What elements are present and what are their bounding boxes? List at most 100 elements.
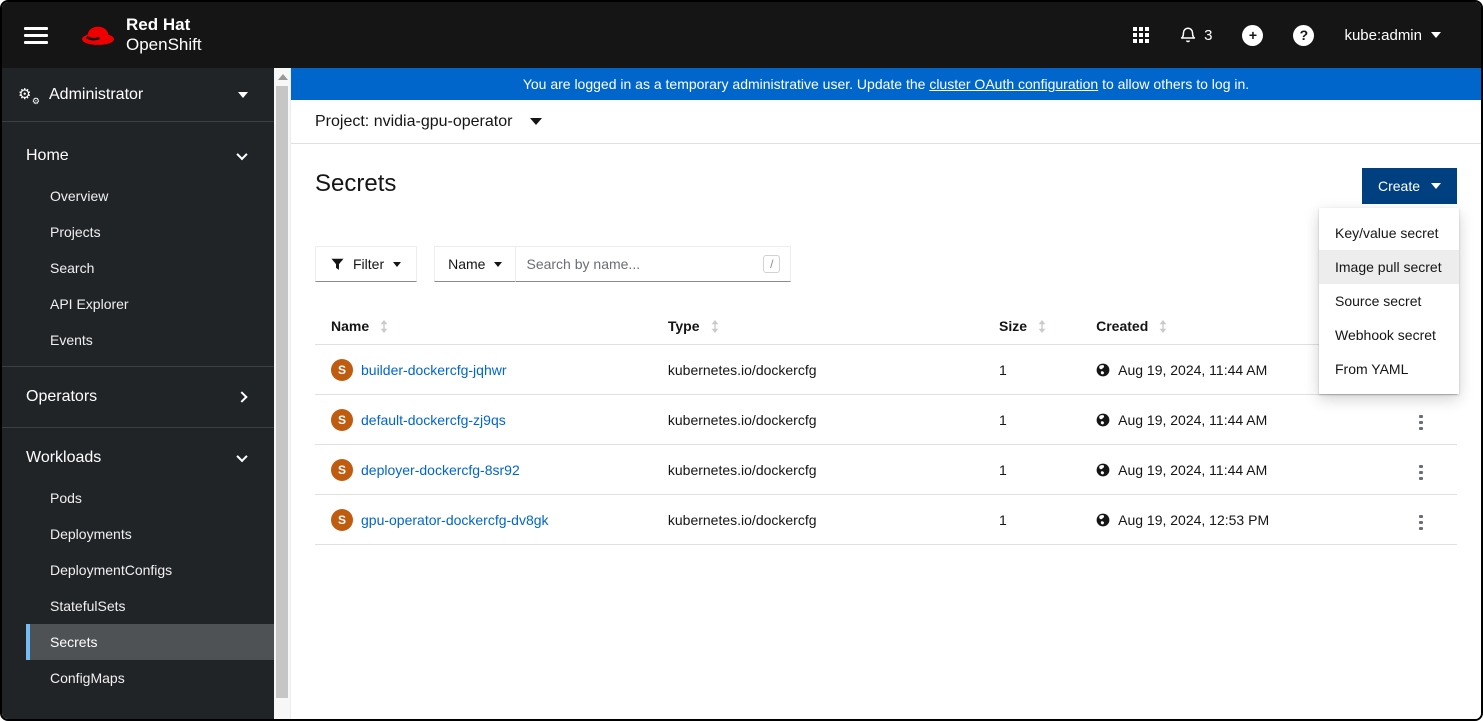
hamburger-icon <box>24 40 48 44</box>
sidebar-item-configmaps[interactable]: ConfigMaps <box>2 660 274 696</box>
column-header-type[interactable]: Type <box>651 308 984 345</box>
bell-icon <box>1179 26 1197 44</box>
sidebar-item-overview[interactable]: Overview <box>2 178 274 214</box>
secret-link[interactable]: default-dockercfg-zj9qs <box>361 412 506 428</box>
created-timestamp: Aug 19, 2024, 12:53 PM <box>1118 511 1270 528</box>
menu-item-key-value-secret[interactable]: Key/value secret <box>1319 216 1459 250</box>
brand-line1: Red Hat <box>126 15 191 35</box>
project-value: nvidia-gpu-operator <box>373 112 513 130</box>
secret-badge: S <box>331 358 353 381</box>
caret-down-icon <box>494 261 503 267</box>
filter-label: Filter <box>353 256 385 272</box>
created-timestamp: Aug 19, 2024, 11:44 AM <box>1118 361 1268 378</box>
group-label: Operators <box>26 388 98 405</box>
caret-down-icon <box>1431 183 1441 189</box>
banner-text-prefix: You are logged in as a temporary adminis… <box>522 76 930 92</box>
app-launcher-icon[interactable] <box>1133 27 1150 43</box>
add-quick-create-button[interactable]: + <box>1242 24 1264 46</box>
perspective-switcher[interactable]: ⚙ ⚙ Administrator <box>2 68 274 122</box>
sort-icon <box>711 319 718 333</box>
sidebar-item-api-explorer[interactable]: API Explorer <box>2 286 274 322</box>
project-label: Project: <box>315 112 370 130</box>
search-input[interactable] <box>526 256 742 272</box>
caret-down-icon <box>530 118 543 125</box>
create-dropdown-menu: Key/value secret Image pull secret Sourc… <box>1319 208 1459 394</box>
secret-size: 1 <box>983 494 1081 545</box>
menu-item-source-secret[interactable]: Source secret <box>1319 284 1459 318</box>
created-timestamp: Aug 19, 2024, 11:44 AM <box>1118 461 1268 478</box>
table-row: S deployer-dockercfg-8sr92 kubernetes.io… <box>315 444 1457 495</box>
sidebar: ⚙ ⚙ Administrator Home Overview Projects … <box>2 68 274 719</box>
caret-down-icon <box>238 91 248 98</box>
list-toolbar: Filter Name / <box>315 246 1457 282</box>
secret-link[interactable]: gpu-operator-dockercfg-dv8gk <box>361 512 549 528</box>
brand-logo: Red Hat OpenShift <box>80 15 202 54</box>
nav-divider <box>2 366 274 367</box>
group-label: Home <box>26 147 69 164</box>
group-label: Workloads <box>26 449 102 466</box>
user-dropdown[interactable]: kube:admin <box>1344 27 1441 44</box>
hamburger-icon <box>24 26 48 30</box>
sidebar-item-deploymentconfigs[interactable]: DeploymentConfigs <box>2 552 274 588</box>
chevron-right-icon <box>236 391 248 403</box>
sidebar-item-projects[interactable]: Projects <box>2 214 274 250</box>
kebab-icon[interactable] <box>1413 461 1429 485</box>
scrollbar-up-arrow[interactable] <box>278 74 288 80</box>
shortcut-hint: / <box>763 255 781 273</box>
notification-count: 3 <box>1204 26 1213 44</box>
sidebar-item-deployments[interactable]: Deployments <box>2 516 274 552</box>
hamburger-icon <box>24 33 48 37</box>
sidebar-item-search[interactable]: Search <box>2 250 274 286</box>
secret-size: 1 <box>983 444 1081 495</box>
project-selector[interactable]: Project: nvidia-gpu-operator <box>315 112 543 131</box>
menu-item-webhook-secret[interactable]: Webhook secret <box>1319 318 1459 352</box>
secret-badge: S <box>331 458 353 481</box>
nav-divider <box>2 427 274 428</box>
page-title: Secrets <box>315 170 397 197</box>
username: kube:admin <box>1344 26 1422 44</box>
column-header-name[interactable]: Name <box>315 308 652 345</box>
secret-size: 1 <box>983 344 1081 395</box>
secret-link[interactable]: deployer-dockercfg-8sr92 <box>361 462 520 478</box>
secret-badge: S <box>331 508 353 531</box>
oauth-config-link[interactable]: cluster OAuth configuration <box>929 76 1098 92</box>
notifications-button[interactable]: 3 <box>1179 26 1212 44</box>
filter-dropdown[interactable]: Filter <box>315 246 418 282</box>
sidebar-group-workloads[interactable]: Workloads <box>2 436 274 480</box>
scrollbar-thumb[interactable] <box>276 86 288 698</box>
secret-type: kubernetes.io/dockercfg <box>651 394 984 445</box>
banner-text-suffix: to allow others to log in. <box>1098 76 1250 92</box>
secret-type: kubernetes.io/dockercfg <box>651 344 984 395</box>
sidebar-scrollbar <box>274 68 291 719</box>
sidebar-item-events[interactable]: Events <box>2 322 274 358</box>
kebab-icon[interactable] <box>1413 411 1429 435</box>
perspective-label: Administrator <box>49 85 144 103</box>
column-header-size[interactable]: Size <box>983 308 1081 345</box>
search-field: / <box>515 246 792 282</box>
sidebar-item-pods[interactable]: Pods <box>2 480 274 516</box>
globe-icon <box>1096 513 1110 527</box>
sidebar-item-secrets[interactable]: Secrets <box>26 624 274 660</box>
help-button[interactable]: ? <box>1293 24 1315 46</box>
sidebar-group-home[interactable]: Home <box>2 134 274 178</box>
create-button[interactable]: Create <box>1361 168 1457 204</box>
secret-type: kubernetes.io/dockercfg <box>651 494 984 545</box>
created-timestamp: Aug 19, 2024, 11:44 AM <box>1118 411 1268 428</box>
table-row: S builder-dockercfg-jqhwr kubernetes.io/… <box>315 344 1457 395</box>
sort-icon <box>1159 319 1167 333</box>
secret-link[interactable]: builder-dockercfg-jqhwr <box>361 362 507 378</box>
search-attribute-select[interactable]: Name <box>434 246 517 282</box>
help-icon: ? <box>1299 27 1309 43</box>
sort-icon <box>1038 319 1046 333</box>
main-content: You are logged in as a temporary adminis… <box>291 68 1481 719</box>
secrets-table: Name Type Size Created S builder-dockerc… <box>315 308 1457 545</box>
sidebar-item-statefulsets[interactable]: StatefulSets <box>2 588 274 624</box>
sidebar-group-operators[interactable]: Operators <box>2 375 274 419</box>
globe-icon <box>1096 363 1110 377</box>
menu-item-image-pull-secret[interactable]: Image pull secret <box>1319 250 1459 284</box>
globe-icon <box>1096 413 1110 427</box>
filter-icon <box>331 258 344 271</box>
menu-item-from-yaml[interactable]: From YAML <box>1319 352 1459 386</box>
nav-toggle-button[interactable] <box>20 21 52 50</box>
kebab-icon[interactable] <box>1413 511 1429 535</box>
